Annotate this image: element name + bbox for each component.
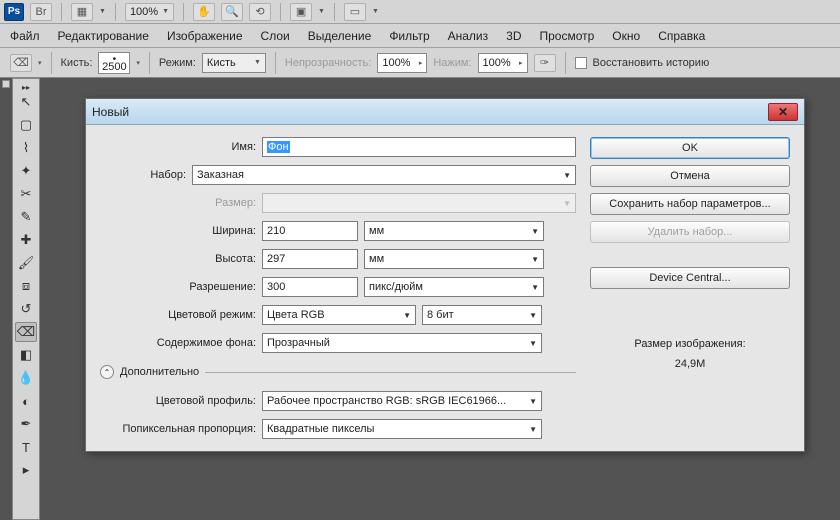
- marquee-tool[interactable]: ▢: [15, 115, 37, 135]
- opacity-label: Непрозрачность:: [285, 57, 371, 69]
- menu-filter[interactable]: Фильтр: [389, 29, 429, 43]
- zoom-select[interactable]: 100%▼: [125, 3, 174, 21]
- resolution-input[interactable]: 300: [262, 277, 358, 297]
- close-button[interactable]: ✕: [768, 103, 798, 121]
- resolution-label: Разрешение:: [100, 281, 256, 293]
- dodge-tool[interactable]: ◐: [15, 391, 37, 411]
- menu-analysis[interactable]: Анализ: [448, 29, 489, 43]
- menu-window[interactable]: Окно: [612, 29, 640, 43]
- width-input[interactable]: 210: [262, 221, 358, 241]
- path-select-tool[interactable]: ▸: [15, 460, 37, 480]
- dialog-title: Новый: [92, 105, 129, 119]
- healing-tool[interactable]: ✚: [15, 230, 37, 250]
- app-logo: Ps: [4, 3, 24, 21]
- brush-preview[interactable]: 2500: [98, 52, 130, 74]
- delete-preset-button: Удалить набор...: [590, 221, 790, 243]
- resolution-unit-select[interactable]: пикс/дюйм▼: [364, 277, 544, 297]
- restore-history-checkbox[interactable]: [575, 57, 587, 69]
- lasso-tool[interactable]: ⌇: [15, 138, 37, 158]
- height-label: Высота:: [100, 253, 256, 265]
- size-select: ▼: [262, 193, 576, 213]
- dropdown-arrow-icon[interactable]: ▾: [136, 59, 140, 67]
- save-preset-button[interactable]: Сохранить набор параметров...: [590, 193, 790, 215]
- preset-select[interactable]: Заказная▼: [192, 165, 576, 185]
- history-brush-tool[interactable]: ↺: [15, 299, 37, 319]
- advanced-label: Дополнительно: [120, 366, 199, 378]
- flow-input[interactable]: 100%▸: [478, 53, 528, 73]
- background-select[interactable]: Прозрачный▼: [262, 333, 542, 353]
- mode-label: Режим:: [159, 57, 196, 69]
- tool-preset-button[interactable]: ⌫: [10, 54, 32, 72]
- arrange-button[interactable]: ▣: [290, 3, 312, 21]
- menu-image[interactable]: Изображение: [167, 29, 243, 43]
- type-tool[interactable]: T: [15, 437, 37, 457]
- advanced-toggle[interactable]: ⌃: [100, 365, 114, 379]
- profile-select[interactable]: Рабочее пространство RGB: sRGB IEC61966.…: [262, 391, 542, 411]
- crop-tool[interactable]: ✂: [15, 184, 37, 204]
- cancel-button[interactable]: Отмена: [590, 165, 790, 187]
- airbrush-button[interactable]: ✑: [534, 54, 556, 72]
- pan-tool-button[interactable]: ✋: [193, 3, 215, 21]
- zoom-tool-button[interactable]: 🔍: [221, 3, 243, 21]
- width-label: Ширина:: [100, 225, 256, 237]
- eyedropper-tool[interactable]: ✎: [15, 207, 37, 227]
- toolbox-grip[interactable]: [2, 80, 10, 88]
- name-label: Имя:: [100, 141, 256, 153]
- imagesize-value: 24,9M: [590, 355, 790, 375]
- menu-help[interactable]: Справка: [658, 29, 705, 43]
- dropdown-arrow-icon[interactable]: ▾: [38, 59, 42, 67]
- width-unit-select[interactable]: мм▼: [364, 221, 544, 241]
- colormode-select[interactable]: Цвета RGB▼: [262, 305, 416, 325]
- dropdown-arrow-icon[interactable]: ▼: [318, 8, 325, 15]
- opacity-input[interactable]: 100%▸: [377, 53, 427, 73]
- aspect-select[interactable]: Квадратные пикселы▼: [262, 419, 542, 439]
- menu-select[interactable]: Выделение: [308, 29, 372, 43]
- brush-tool[interactable]: 🖌: [15, 253, 37, 273]
- bridge-button[interactable]: Br: [30, 3, 52, 21]
- viewmode-button[interactable]: ▦: [71, 3, 93, 21]
- aspect-label: Попиксельная пропорция:: [100, 423, 256, 435]
- menu-view[interactable]: Просмотр: [539, 29, 594, 43]
- bitdepth-select[interactable]: 8 бит▼: [422, 305, 542, 325]
- pen-tool[interactable]: ✒: [15, 414, 37, 434]
- ok-button[interactable]: OK: [590, 137, 790, 159]
- height-unit-select[interactable]: мм▼: [364, 249, 544, 269]
- height-input[interactable]: 297: [262, 249, 358, 269]
- flow-label: Нажим:: [433, 57, 471, 69]
- close-icon: ✕: [778, 105, 788, 119]
- wand-tool[interactable]: ✦: [15, 161, 37, 181]
- brush-label: Кисть:: [61, 57, 93, 69]
- screenmode-button[interactable]: ▭: [344, 3, 366, 21]
- preset-label: Набор:: [100, 169, 186, 181]
- toolbox-handle[interactable]: ▸▸: [18, 83, 34, 89]
- menu-file[interactable]: Файл: [10, 29, 40, 43]
- name-input[interactable]: Фон: [262, 137, 576, 157]
- profile-label: Цветовой профиль:: [100, 395, 256, 407]
- dropdown-arrow-icon[interactable]: ▼: [99, 8, 106, 15]
- rotate-view-button[interactable]: ⟲: [249, 3, 271, 21]
- background-label: Содержимое фона:: [100, 337, 256, 349]
- menu-edit[interactable]: Редактирование: [58, 29, 149, 43]
- eraser-tool[interactable]: ⌫: [15, 322, 37, 342]
- move-tool[interactable]: ↖: [15, 92, 37, 112]
- device-central-button[interactable]: Device Central...: [590, 267, 790, 289]
- dropdown-arrow-icon[interactable]: ▼: [372, 8, 379, 15]
- size-label: Размер:: [100, 197, 256, 209]
- mode-select[interactable]: Кисть▼: [202, 53, 266, 73]
- stamp-tool[interactable]: ⧈: [15, 276, 37, 296]
- new-document-dialog: Новый ✕ Имя: Фон Набор: Заказная▼ Размер…: [85, 98, 805, 452]
- colormode-label: Цветовой режим:: [100, 309, 256, 321]
- blur-tool[interactable]: 💧: [15, 368, 37, 388]
- imagesize-label: Размер изображения:: [590, 335, 790, 355]
- gradient-tool[interactable]: ◧: [15, 345, 37, 365]
- menu-3d[interactable]: 3D: [506, 29, 521, 43]
- menu-layer[interactable]: Слои: [261, 29, 290, 43]
- restore-history-label: Восстановить историю: [593, 57, 710, 69]
